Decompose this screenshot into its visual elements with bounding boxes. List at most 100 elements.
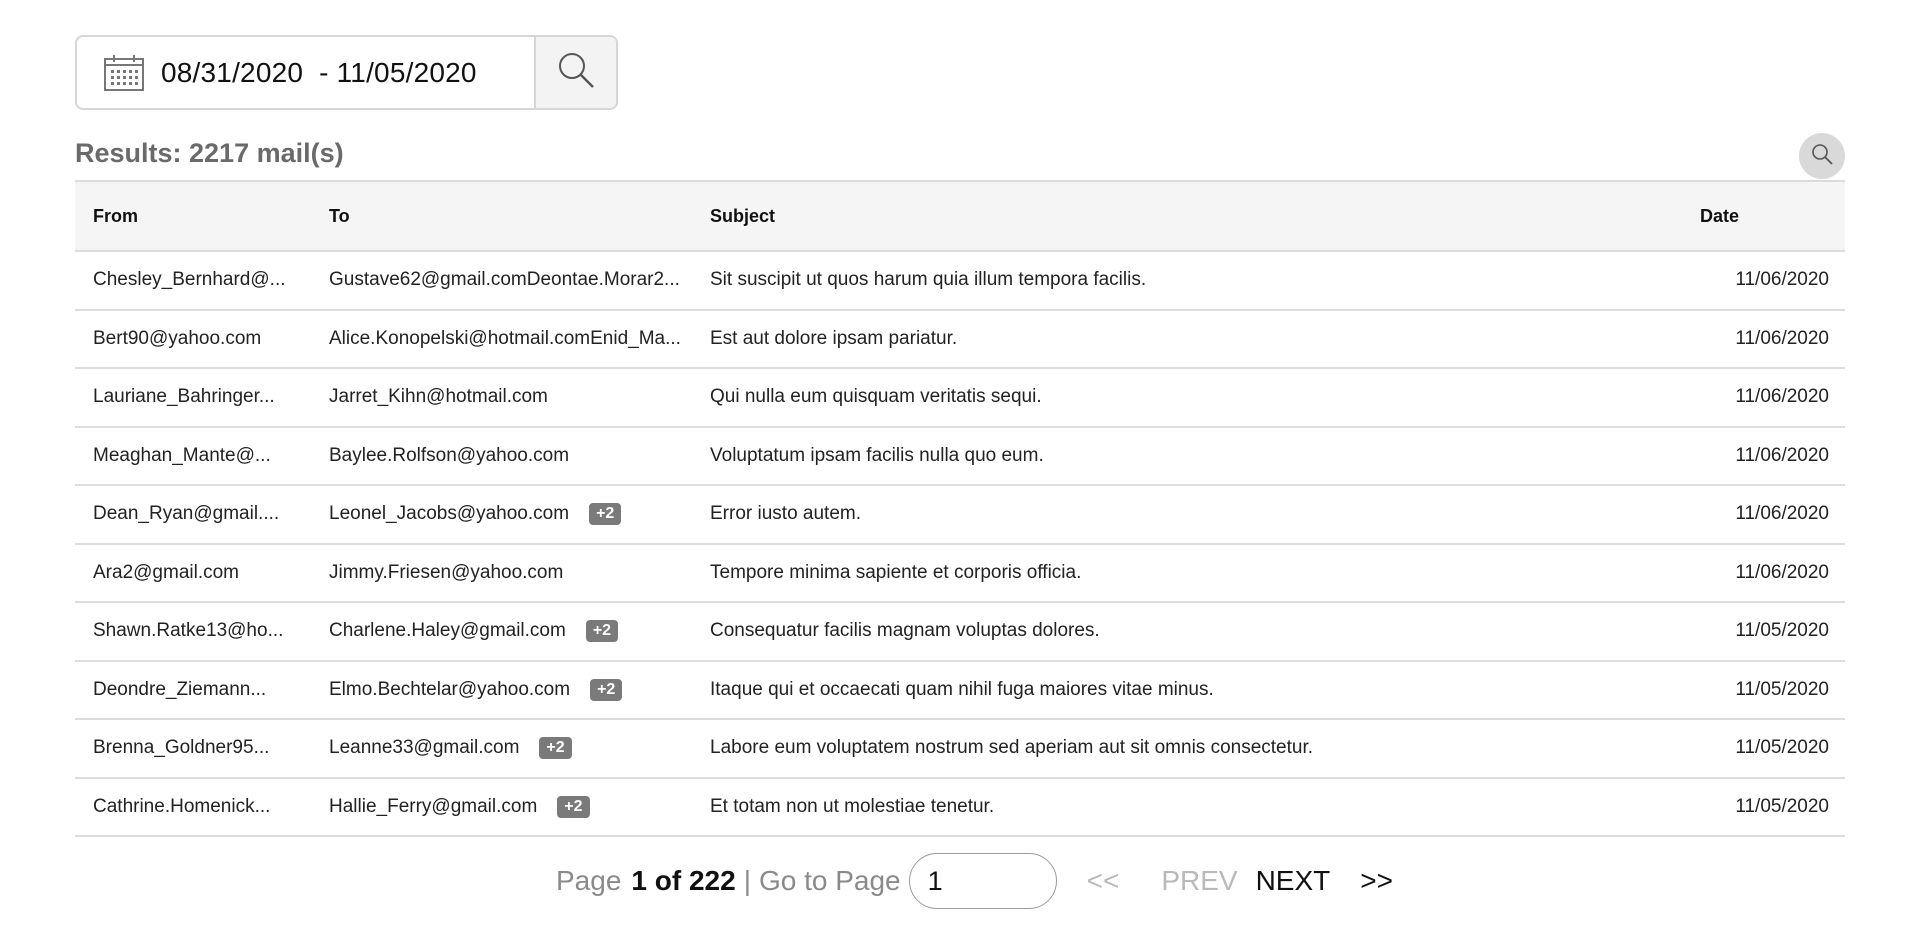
cell-from: Ara2@gmail.com (93, 561, 239, 583)
page-prefix: Page (556, 865, 622, 896)
cell-subject: Tempore minima sapiente et corporis offi… (710, 561, 1082, 583)
prev-page-button[interactable]: PREV (1161, 865, 1237, 897)
cell-subject: Labore eum voluptatem nostrum sed aperia… (710, 737, 1314, 759)
recipients-more-badge[interactable]: +2 (539, 737, 572, 760)
table-row[interactable]: Brenna_Goldner95... Leanne33@gmail.com +2 L… (75, 719, 1845, 778)
cell-subject: Consequatur facilis magnam voluptas dolo… (710, 620, 1100, 642)
mail-search-page: 08/31/2020 - 11/05/2020 Results: 2217 ma… (0, 0, 1912, 933)
table-row[interactable]: Lauriane_Bahringer... Jarret_Kihn@hotmail… (75, 368, 1845, 427)
cell-to: Charlene.Haley@gmail.com +2 (311, 602, 692, 661)
table-row[interactable]: Ara2@gmail.com Jimmy.Friesen@yahoo.com Tem… (75, 544, 1845, 603)
calendar-icon[interactable] (103, 54, 145, 92)
cell-subject: Qui nulla eum quisquam veritatis sequi. (710, 386, 1042, 408)
table-row[interactable]: Shawn.Ratke13@ho... Charlene.Haley@gmail.… (75, 602, 1845, 661)
cell-to-content: Charlene.Haley@gmail.com +2 (329, 620, 692, 643)
cell-date: 11/05/2020 (1735, 620, 1829, 642)
results-count: Results: 2217 mail(s) (75, 138, 344, 168)
cell-to-text: Elmo.Bechtelar@yahoo.com (329, 678, 571, 700)
pagination-separator: | (743, 865, 751, 896)
table-search-button[interactable] (1799, 133, 1845, 179)
cell-to: Elmo.Bechtelar@yahoo.com +2 (311, 661, 692, 720)
column-header-subject[interactable]: Subject (692, 181, 1700, 251)
date-range-search: 08/31/2020 - 11/05/2020 (75, 35, 618, 110)
cell-date: 11/05/2020 (1735, 737, 1829, 759)
date-range-field[interactable]: 08/31/2020 - 11/05/2020 (77, 37, 534, 108)
search-icon (556, 50, 596, 95)
first-page-button[interactable]: << (1087, 865, 1120, 897)
cell-subject: Itaque qui et occaecati quam nihil fuga … (710, 678, 1214, 700)
cell-to-text: Charlene.Haley@gmail.com (329, 620, 566, 642)
search-icon (1810, 142, 1834, 171)
cell-to: Gustave62@gmail.comDeontae.Morar2... (311, 251, 692, 310)
cell-from: Deondre_Ziemann... (93, 678, 267, 700)
cell-to-content: Alice.Konopelski@hotmail.comEnid_Ma... (329, 328, 692, 350)
cell-to: Hallie_Ferry@gmail.com +2 (311, 778, 692, 837)
cell-to-text: Alice.Konopelski@hotmail.comEnid_Ma... (329, 327, 681, 349)
column-header-date[interactable]: Date (1700, 181, 1845, 251)
cell-to: Jimmy.Friesen@yahoo.com (311, 544, 692, 603)
cell-date: 11/06/2020 (1735, 386, 1829, 408)
table-row[interactable]: Meaghan_Mante@... Baylee.Rolfson@yahoo.co… (75, 427, 1845, 486)
cell-from: Lauriane_Bahringer... (93, 386, 275, 408)
cell-from: Bert90@yahoo.com (93, 327, 262, 349)
cell-date: 11/06/2020 (1735, 444, 1829, 466)
cell-date: 11/06/2020 (1735, 561, 1829, 583)
cell-to-text: Leanne33@gmail.com (329, 737, 520, 759)
cell-from: Shawn.Ratke13@ho... (93, 620, 284, 642)
cell-date: 11/05/2020 (1735, 678, 1829, 700)
cell-to-content: Leanne33@gmail.com +2 (329, 737, 692, 760)
cell-to-content: Jimmy.Friesen@yahoo.com (329, 562, 692, 584)
cell-to-text: Jarret_Kihn@hotmail.com (329, 386, 548, 408)
cell-to-text: Baylee.Rolfson@yahoo.com (329, 444, 570, 466)
recipients-more-badge[interactable]: +2 (557, 795, 590, 818)
cell-from: Brenna_Goldner95... (93, 737, 270, 759)
goto-page-label: Go to Page (758, 865, 901, 896)
cell-date: 11/06/2020 (1735, 327, 1829, 349)
cell-date: 11/06/2020 (1735, 503, 1829, 525)
cell-to: Alice.Konopelski@hotmail.comEnid_Ma... (311, 310, 692, 369)
cell-subject: Est aut dolore ipsam pariatur. (710, 327, 958, 349)
cell-to: Leanne33@gmail.com +2 (311, 719, 692, 778)
goto-page-value: 1 (927, 865, 943, 896)
column-header-from[interactable]: From (75, 181, 311, 251)
cell-to-text: Hallie_Ferry@gmail.com (329, 795, 538, 817)
table-row[interactable]: Dean_Ryan@gmail.... Leonel_Jacobs@yahoo.c… (75, 485, 1845, 544)
cell-to: Jarret_Kihn@hotmail.com (311, 368, 692, 427)
date-range-value: 08/31/2020 - 11/05/2020 (161, 56, 477, 88)
cell-date: 11/05/2020 (1735, 795, 1829, 817)
recipients-more-badge[interactable]: +2 (590, 678, 623, 701)
table-row[interactable]: Bert90@yahoo.com Alice.Konopelski@hotmail… (75, 310, 1845, 369)
search-button[interactable] (534, 37, 616, 108)
next-page-button[interactable]: NEXT (1256, 865, 1331, 897)
cell-to: Leonel_Jacobs@yahoo.com +2 (311, 485, 692, 544)
cell-to-content: Leonel_Jacobs@yahoo.com +2 (329, 503, 692, 526)
page-status: 1 of 222 (631, 865, 736, 896)
table-row[interactable]: Chesley_Bernhard@... Gustave62@gmail.comD… (75, 251, 1845, 310)
cell-to-content: Baylee.Rolfson@yahoo.com (329, 445, 692, 467)
cell-to-text: Gustave62@gmail.comDeontae.Morar2... (329, 269, 680, 291)
table-header-row: From To Subject Date (75, 181, 1845, 251)
cell-from: Meaghan_Mante@... (93, 444, 271, 466)
table-row[interactable]: Deondre_Ziemann... Elmo.Bechtelar@yahoo.c… (75, 661, 1845, 720)
cell-subject: Error iusto autem. (710, 503, 861, 525)
recipients-more-badge[interactable]: +2 (585, 620, 619, 643)
cell-from: Cathrine.Homenick... (93, 795, 271, 817)
cell-to-content: Hallie_Ferry@gmail.com +2 (329, 795, 692, 818)
cell-to-text: Jimmy.Friesen@yahoo.com (329, 561, 564, 583)
cell-to-content: Jarret_Kihn@hotmail.com (329, 386, 692, 408)
table-row[interactable]: Cathrine.Homenick... Hallie_Ferry@gmail.c… (75, 778, 1845, 837)
cell-subject: Voluptatum ipsam facilis nulla quo eum. (710, 444, 1044, 466)
column-header-to[interactable]: To (311, 181, 692, 251)
cell-subject: Et totam non ut molestiae tenetur. (710, 795, 995, 817)
recipients-more-badge[interactable]: +2 (589, 503, 622, 526)
last-page-button[interactable]: >> (1360, 865, 1393, 897)
cell-from: Dean_Ryan@gmail.... (93, 503, 280, 525)
cell-subject: Sit suscipit ut quos harum quia illum te… (710, 269, 1147, 291)
mail-table: From To Subject Date Chesley_Bernhard@..… (75, 180, 1845, 837)
goto-page-input[interactable]: 1 (908, 853, 1057, 909)
cell-to: Baylee.Rolfson@yahoo.com (311, 427, 692, 486)
cell-to-content: Gustave62@gmail.comDeontae.Morar2... (329, 269, 692, 291)
cell-to-content: Elmo.Bechtelar@yahoo.com +2 (329, 678, 692, 701)
cell-from: Chesley_Bernhard@... (93, 269, 286, 291)
mail-table-body: Chesley_Bernhard@... Gustave62@gmail.comD… (75, 251, 1845, 836)
